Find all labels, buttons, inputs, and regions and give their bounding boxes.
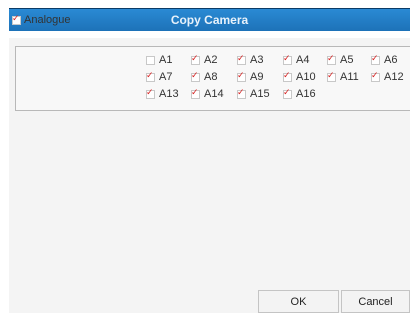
channel-checkbox-box[interactable] (191, 87, 200, 99)
channel-checkbox-item[interactable]: A5 (327, 53, 354, 66)
channel-label: A7 (159, 71, 173, 83)
channel-checkbox-box[interactable] (237, 53, 246, 65)
channel-checkbox-item[interactable]: A10 (283, 70, 316, 83)
channel-checkbox-box[interactable] (191, 70, 200, 82)
channel-label: A9 (250, 71, 264, 83)
channel-checkbox-box[interactable] (191, 53, 200, 65)
channel-checkbox-item[interactable]: A16 (283, 87, 316, 100)
channel-label: A1 (159, 54, 173, 66)
channel-checkbox-box[interactable] (327, 70, 336, 82)
channel-label: A14 (204, 88, 224, 100)
channel-checkbox-box[interactable] (146, 87, 155, 99)
channel-checkbox-item[interactable]: A4 (283, 53, 310, 66)
channel-checkbox-item[interactable]: A15 (237, 87, 270, 100)
channel-label: A11 (340, 71, 359, 83)
channel-label: A8 (204, 71, 218, 83)
copy-camera-dialog: Copy Camera Analogue A1A2A3A4A5A6A7A8A9A… (0, 0, 410, 313)
channel-checkbox-box[interactable] (237, 70, 246, 82)
channel-checkbox-box[interactable] (237, 87, 246, 99)
channel-checkbox-box[interactable] (146, 55, 155, 65)
channel-checkbox-box[interactable] (283, 53, 292, 65)
channel-label: A10 (296, 71, 316, 83)
channel-checkbox-item[interactable]: A8 (191, 70, 218, 83)
channel-checkbox-box[interactable] (283, 87, 292, 99)
channel-label: A4 (296, 54, 310, 66)
analogue-checkbox-box[interactable] (12, 13, 21, 25)
channel-checkbox-item[interactable]: A14 (191, 87, 224, 100)
channel-checkbox-item[interactable]: A11 (327, 70, 359, 83)
channel-checkbox-item[interactable]: A1 (146, 54, 172, 66)
channel-label: A16 (296, 88, 316, 100)
channel-label: A2 (204, 54, 218, 66)
ok-button[interactable]: OK (258, 290, 339, 313)
channel-checkbox-box[interactable] (283, 70, 292, 82)
channel-checkbox-item[interactable]: A2 (191, 53, 218, 66)
analogue-group-checkbox[interactable]: Analogue (12, 13, 71, 26)
channel-checkbox-item[interactable]: A13 (146, 87, 179, 100)
channel-label: A3 (250, 54, 264, 66)
channel-checkbox-item[interactable]: A12 (371, 70, 404, 83)
channel-label: A5 (340, 54, 354, 66)
cancel-button[interactable]: Cancel (341, 290, 410, 313)
channel-checkbox-box[interactable] (146, 70, 155, 82)
channel-checkbox-box[interactable] (371, 70, 380, 82)
channel-label: A15 (250, 88, 270, 100)
analogue-label: Analogue (24, 14, 71, 26)
channel-checkbox-item[interactable]: A7 (146, 70, 173, 83)
channel-label: A12 (384, 71, 404, 83)
channel-checkbox-box[interactable] (327, 53, 336, 65)
channel-checkbox-box[interactable] (371, 53, 380, 65)
channel-label: A6 (384, 54, 398, 66)
channel-label: A13 (159, 88, 179, 100)
channel-checkbox-item[interactable]: A3 (237, 53, 264, 66)
channel-checkbox-item[interactable]: A6 (371, 53, 398, 66)
channel-checkbox-item[interactable]: A9 (237, 70, 264, 83)
